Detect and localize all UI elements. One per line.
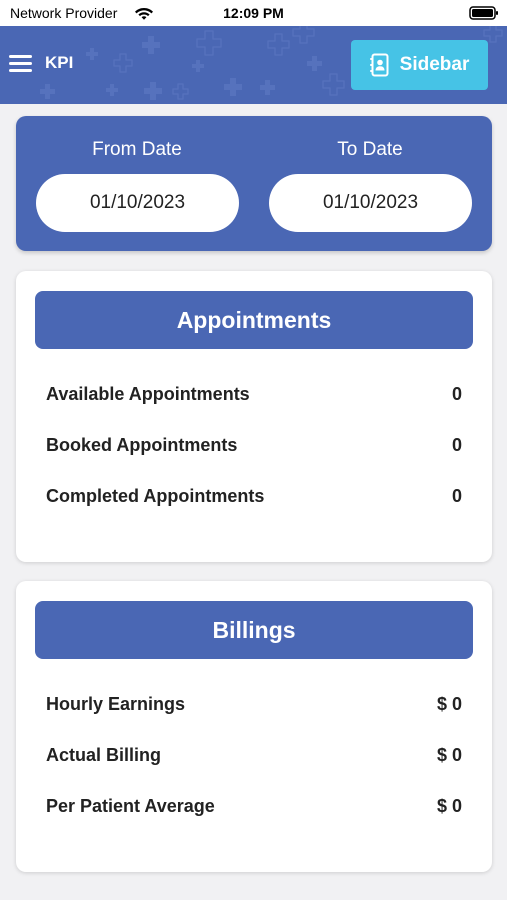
list-item: Actual Billing $ 0: [46, 745, 462, 769]
appointments-card: Appointments Available Appointments 0 Bo…: [16, 271, 492, 562]
hourly-earnings-value: $ 0: [436, 694, 462, 714]
date-range-card: From Date 01/10/2023 To Date 01/10/2023: [16, 116, 492, 251]
from-date-label: From Date: [92, 139, 182, 160]
per-patient-average-value: $ 0: [436, 796, 462, 816]
page-title: KPI: [45, 53, 74, 72]
status-time: 12:09 PM: [223, 5, 284, 21]
available-appointments-label: Available Appointments: [46, 384, 250, 404]
contact-book-icon: [369, 53, 389, 77]
to-date-label: To Date: [337, 139, 403, 160]
booked-appointments-value: 0: [451, 435, 462, 455]
billings-card: Billings Hourly Earnings $ 0 Actual Bill…: [16, 581, 492, 872]
to-date-field[interactable]: 01/10/2023: [269, 174, 472, 232]
billings-header: Billings: [35, 601, 473, 659]
sidebar-button[interactable]: Sidebar: [351, 40, 488, 90]
battery-icon: [469, 6, 498, 20]
per-patient-average-label: Per Patient Average: [46, 796, 215, 816]
booked-appointments-label: Booked Appointments: [46, 435, 238, 455]
list-item: Booked Appointments 0: [46, 435, 462, 459]
completed-appointments-label: Completed Appointments: [46, 486, 265, 506]
sidebar-button-label: Sidebar: [399, 54, 470, 75]
actual-billing-label: Actual Billing: [46, 745, 162, 765]
list-item: Per Patient Average $ 0: [46, 796, 462, 820]
list-item: Completed Appointments 0: [46, 486, 462, 510]
appointments-header: Appointments: [35, 291, 473, 349]
actual-billing-value: $ 0: [436, 745, 462, 765]
app-header: KPI Sidebar: [0, 26, 507, 104]
from-date-field[interactable]: 01/10/2023: [36, 174, 239, 232]
list-item: Hourly Earnings $ 0: [46, 694, 462, 718]
hourly-earnings-label: Hourly Earnings: [46, 694, 186, 714]
available-appointments-value: 0: [451, 384, 462, 404]
completed-appointments-value: 0: [451, 486, 462, 506]
list-item: Available Appointments 0: [46, 384, 462, 408]
status-bar: Network Provider 12:09 PM: [0, 0, 507, 26]
hamburger-menu-icon[interactable]: [9, 55, 33, 75]
